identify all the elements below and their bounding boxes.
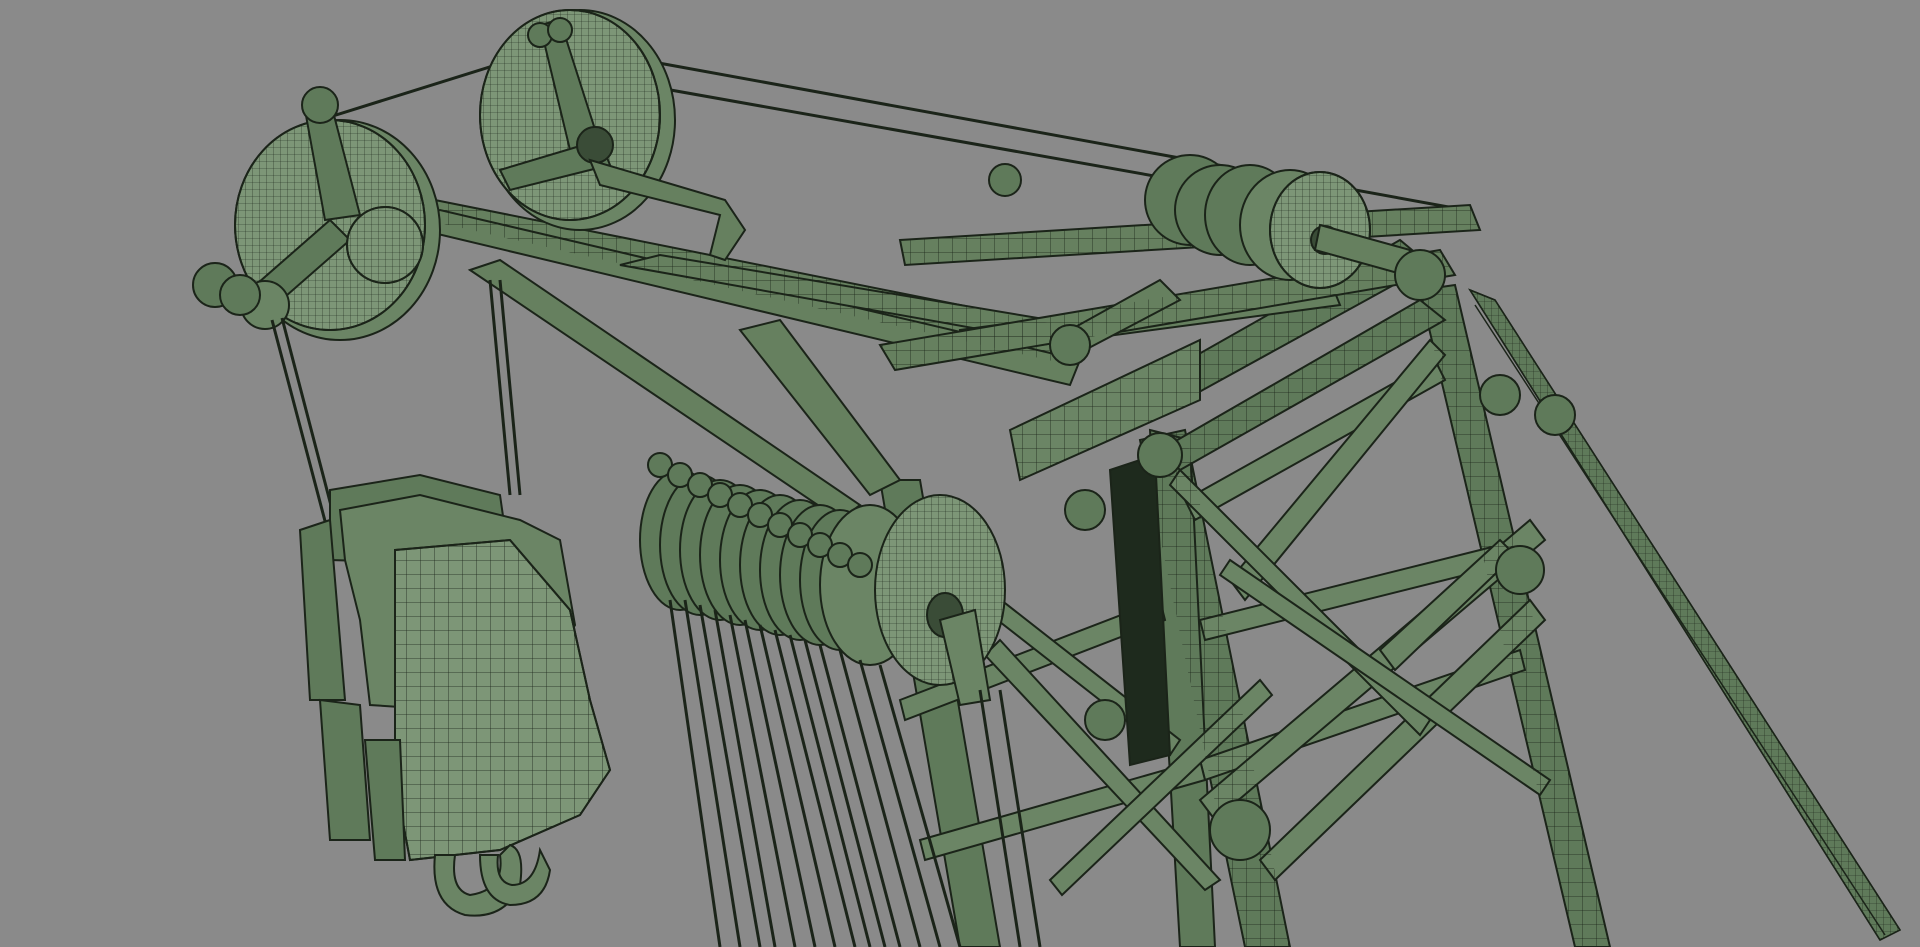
crane-boom-render (0, 0, 1920, 947)
3d-viewport[interactable] (0, 0, 1920, 947)
